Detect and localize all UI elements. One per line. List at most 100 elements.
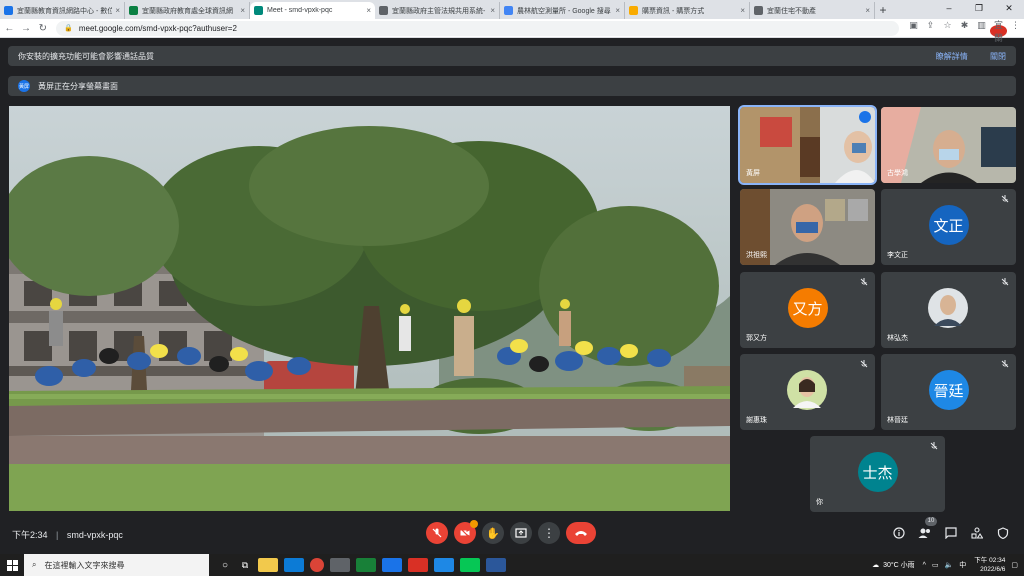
chrome-window-icon[interactable] [330, 558, 350, 572]
word-icon[interactable] [382, 558, 402, 572]
details-link[interactable]: 瞭解詳情 [936, 52, 968, 61]
tab-close-icon[interactable]: × [366, 6, 371, 15]
chrome-icon[interactable] [310, 558, 324, 572]
tray-overflow-icon[interactable]: ^ [923, 562, 926, 569]
back-icon[interactable]: ← [2, 23, 17, 34]
tab-close-icon[interactable]: × [615, 6, 620, 15]
maximize-icon[interactable]: ❐ [964, 0, 994, 19]
participant-tile-1[interactable]: 黃屏 [738, 105, 877, 185]
tab-favicon-icon [379, 6, 388, 15]
mic-off-icon [860, 360, 868, 368]
line-icon[interactable] [460, 558, 480, 572]
weather-icon: ☁ [872, 562, 880, 569]
mic-off-icon [930, 442, 938, 450]
present-button[interactable] [510, 522, 532, 544]
dismiss-link[interactable]: 關閉 [990, 52, 1006, 61]
menu-icon[interactable]: ⋮ [1007, 20, 1024, 37]
taskbar-search[interactable]: ⌕ 在這裡輸入文字來搜尋 [24, 554, 209, 576]
edge-icon[interactable] [284, 558, 304, 572]
camera-icon[interactable]: ▣ [905, 20, 922, 37]
acrobat-icon[interactable] [408, 558, 428, 572]
host-controls-icon[interactable] [995, 525, 1011, 541]
shared-screen-image [9, 106, 730, 511]
cortana-icon[interactable]: ○ [215, 560, 235, 571]
self-tile[interactable]: 士杰 你 [810, 436, 945, 512]
ie-icon[interactable] [434, 558, 454, 572]
new-tab-button[interactable]: + [875, 2, 891, 19]
participant-name: 洪祖熙 [746, 252, 767, 259]
participant-name: 李文正 [887, 252, 908, 259]
reload-icon[interactable]: ↻ [35, 23, 50, 34]
participant-name: 林晉廷 [887, 417, 908, 424]
participant-tile-6[interactable]: 林弘杰 [881, 272, 1016, 348]
extension-warning-banner: 你安裝的擴充功能可能會影響通話品質 瞭解詳情 關閉 [8, 46, 1016, 66]
leave-call-button[interactable] [566, 522, 596, 544]
excel-icon[interactable] [356, 558, 376, 572]
more-vert-icon: ⋮ [543, 526, 555, 540]
mic-toggle-button[interactable] [426, 522, 448, 544]
docs-icon[interactable] [486, 558, 506, 572]
windows-start-icon[interactable] [0, 554, 24, 576]
lock-icon[interactable]: 🔒 [64, 24, 73, 32]
tab-close-icon[interactable]: × [490, 6, 495, 15]
clock-date: 2022/6/6 [980, 566, 1006, 573]
volume-icon[interactable]: 🔈 [945, 561, 954, 569]
people-icon[interactable] [917, 525, 933, 541]
mic-off-icon [1001, 360, 1009, 368]
browser-tab[interactable]: 宜蘭住宅不動產 × [750, 2, 875, 19]
browser-tab[interactable]: 農林航空測量所 - Google 搜尋 × [500, 2, 625, 19]
tab-title: 宜蘭住宅不動產 [767, 7, 816, 15]
file-explorer-icon[interactable] [258, 558, 278, 572]
self-name: 你 [816, 499, 823, 506]
tab-list: 宜蘭縣教育資訊網路中心 - 數位 × 宜蘭縣政府教育處全球資訊網 × Meet - sm… [0, 0, 875, 19]
network-icon[interactable]: ▭ [932, 561, 939, 569]
meeting-details-icon[interactable] [891, 525, 907, 541]
participant-tile-3[interactable]: 洪祖熙 [740, 189, 875, 265]
browser-tab[interactable]: 宜蘭縣教育資訊網路中心 - 數位 × [0, 2, 125, 19]
participant-tile-4[interactable]: 文正 李文正 [881, 189, 1016, 265]
forward-icon[interactable]: → [19, 23, 34, 34]
ime-icon[interactable]: 中 [959, 560, 966, 570]
browser-tab[interactable]: 購票資訊 - 購票方式 × [625, 2, 750, 19]
meeting-time: 下午2:34 [12, 530, 48, 540]
tab-close-icon[interactable]: × [115, 6, 120, 15]
participant-tile-8[interactable]: 晉廷 林晉廷 [881, 354, 1016, 430]
weather-text[interactable]: 30°C 小雨 [883, 560, 915, 570]
sidepanel-icon[interactable]: ▥ [973, 20, 990, 37]
participant-tile-5[interactable]: 又方 郭又方 [740, 272, 875, 348]
presenter-avatar: 黃屏 [18, 80, 30, 92]
close-window-icon[interactable]: ✕ [994, 0, 1024, 19]
present-screen-icon [515, 528, 527, 538]
taskbar-clock[interactable]: 下午 02:34 2022/6/6 [974, 556, 1005, 574]
meeting-code: smd-vpxk-pqc [66, 530, 123, 540]
browser-tab[interactable]: 宜蘭縣政府主管法規共用系統- × [375, 2, 500, 19]
tab-close-icon[interactable]: × [740, 6, 745, 15]
url-field[interactable]: 🔒 meet.google.com/smd-vpxk-pqc?authuser=… [56, 20, 900, 36]
participant-avatar: 晉廷 [928, 370, 969, 410]
alert-badge-icon [470, 520, 478, 528]
camera-off-icon [459, 527, 471, 539]
browser-tab[interactable]: 宜蘭縣政府教育處全球資訊網 × [125, 2, 250, 19]
tab-title: 農林航空測量所 - Google 搜尋 [517, 7, 611, 15]
raise-hand-button[interactable]: ✋ [482, 522, 504, 544]
browser-tab-strip: 宜蘭縣教育資訊網路中心 - 數位 × 宜蘭縣政府教育處全球資訊網 × Meet - sm… [0, 0, 1024, 19]
system-tray: ☁ 30°C 小雨 ^ ▭ 🔈 中 下午 02:34 2022/6/6 ▢ [872, 554, 1018, 576]
participant-name: 黃屏 [746, 170, 760, 177]
tab-close-icon[interactable]: × [240, 6, 245, 15]
url-text: meet.google.com/smd-vpxk-pqc?authuser=2 [78, 23, 237, 33]
more-options-button[interactable]: ⋮ [538, 522, 560, 544]
notifications-icon[interactable]: ▢ [1011, 561, 1018, 569]
chat-icon[interactable] [943, 525, 959, 541]
participant-photo [787, 370, 827, 410]
share-icon[interactable]: ⇪ [922, 20, 939, 37]
profile-avatar[interactable]: 宜蘭 [990, 20, 1008, 43]
participant-tile-7[interactable]: 謝惠珠 [740, 354, 875, 430]
participant-tile-2[interactable]: 古學鴻 [881, 107, 1016, 183]
tab-close-icon[interactable]: × [865, 6, 870, 15]
task-view-icon[interactable]: ⧉ [235, 560, 255, 571]
bookmark-star-icon[interactable]: ☆ [939, 20, 956, 37]
browser-tab[interactable]: Meet - smd-vpxk-pqc × [250, 2, 375, 19]
activities-icon[interactable] [969, 525, 985, 541]
extensions-icon[interactable]: ✱ [956, 20, 973, 37]
minimize-icon[interactable]: – [934, 0, 964, 19]
